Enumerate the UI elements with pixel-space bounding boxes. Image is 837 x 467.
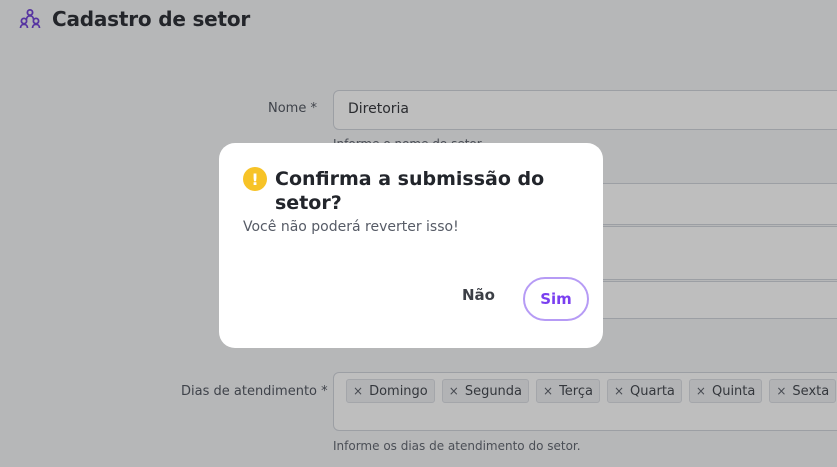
confirm-button[interactable]: Sim — [523, 277, 589, 321]
dialog-title: Confirma a submissão do setor? — [275, 168, 545, 214]
dialog-message: Você não poderá reverter isso! — [243, 219, 459, 235]
warning-icon: ! — [243, 167, 267, 191]
cancel-button[interactable]: Não — [462, 286, 495, 304]
confirm-dialog: ! Confirma a submissão do setor? Você nã… — [219, 143, 603, 348]
